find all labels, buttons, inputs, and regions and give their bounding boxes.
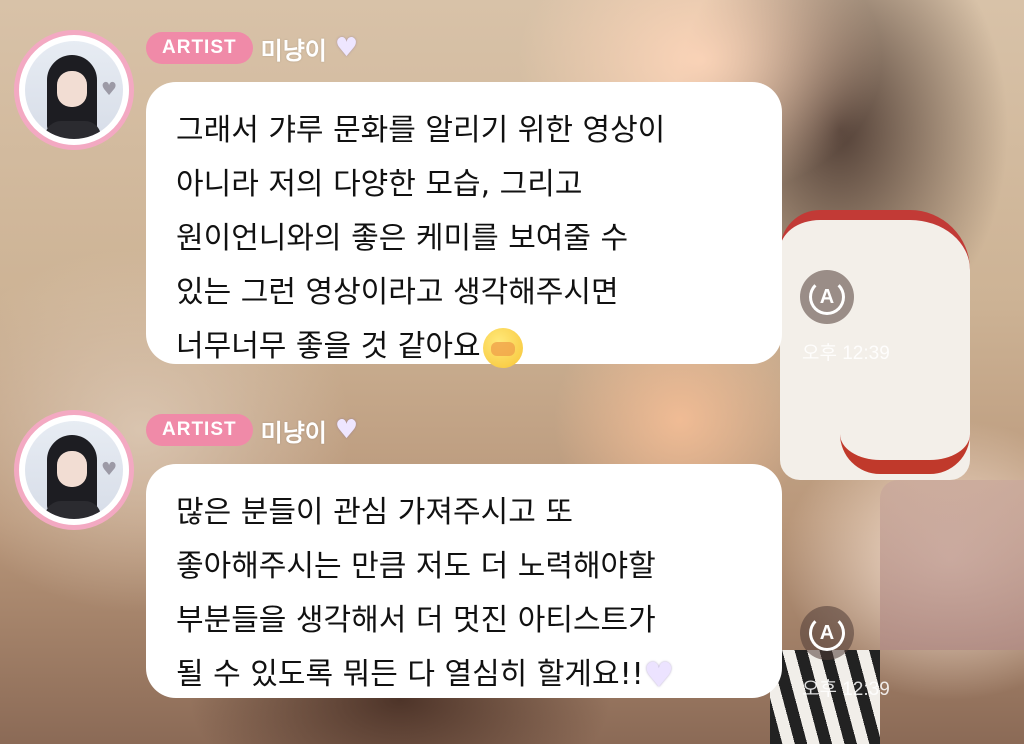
message-line-with-emoji: 될 수 있도록 뭐든 다 열심히 할게요!!♥ [176, 648, 752, 703]
message-line-text: 될 수 있도록 뭐든 다 열심히 할게요!! [176, 657, 644, 692]
message-line-with-emoji: 너무너무 좋을 것 같아요 [176, 320, 752, 374]
translate-button[interactable]: A [800, 270, 854, 324]
background-desk [880, 480, 1024, 650]
message-line: 그래서 갸루 문화를 알리기 위한 영상이 [176, 113, 666, 148]
translate-icon: A [809, 279, 845, 315]
translate-icon: A [809, 615, 845, 651]
avatar-heart-icon: ♥ [101, 459, 118, 480]
avatar[interactable]: ♥ [14, 410, 134, 530]
artist-badge: ARTIST [146, 414, 253, 446]
translate-button[interactable]: A [800, 606, 854, 660]
peeking-face-emoji-icon [482, 327, 523, 368]
avatar-image: ♥ [25, 41, 123, 139]
message-time: 오후 12:39 [802, 343, 890, 364]
sender-row: ARTIST 미냥이 ♥ [146, 28, 358, 68]
avatar-image: ♥ [25, 421, 123, 519]
message-line: 있는 그런 영상이라고 생각해주시면 [176, 275, 619, 310]
sender-name[interactable]: 미냥이 [261, 413, 327, 448]
avatar[interactable]: ♥ [14, 30, 134, 150]
message-bubble[interactable]: 많은 분들이 관심 가져주시고 또 좋아해주시는 만큼 저도 더 노력해야할 부… [146, 464, 782, 698]
heart-icon: ♥ [334, 415, 359, 445]
message-line: 아니라 저의 다양한 모습, 그리고 [176, 167, 583, 202]
background-sleeve [840, 420, 970, 474]
sender-name[interactable]: 미냥이 [261, 31, 327, 66]
message-time: 오후 12:39 [802, 679, 890, 700]
message-line: 부분들을 생각해서 더 멋진 아티스트가 [176, 603, 656, 638]
artist-badge: ARTIST [146, 32, 253, 64]
message-line: 원이언니와의 좋은 케미를 보여줄 수 [176, 221, 629, 256]
message-line: 좋아해주시는 만큼 저도 더 노력해야할 [176, 549, 656, 584]
heart-icon: ♥ [334, 33, 359, 63]
white-heart-emoji-icon: ♥ [643, 655, 675, 696]
message-bubble[interactable]: 그래서 갸루 문화를 알리기 위한 영상이 아니라 저의 다양한 모습, 그리고… [146, 82, 782, 368]
sender-row: ARTIST 미냥이 ♥ [146, 410, 358, 450]
message-line: 많은 분들이 관심 가져주시고 또 [176, 495, 573, 530]
message-line-text: 너무너무 좋을 것 같아요 [176, 329, 481, 364]
avatar-heart-icon: ♥ [101, 79, 118, 100]
